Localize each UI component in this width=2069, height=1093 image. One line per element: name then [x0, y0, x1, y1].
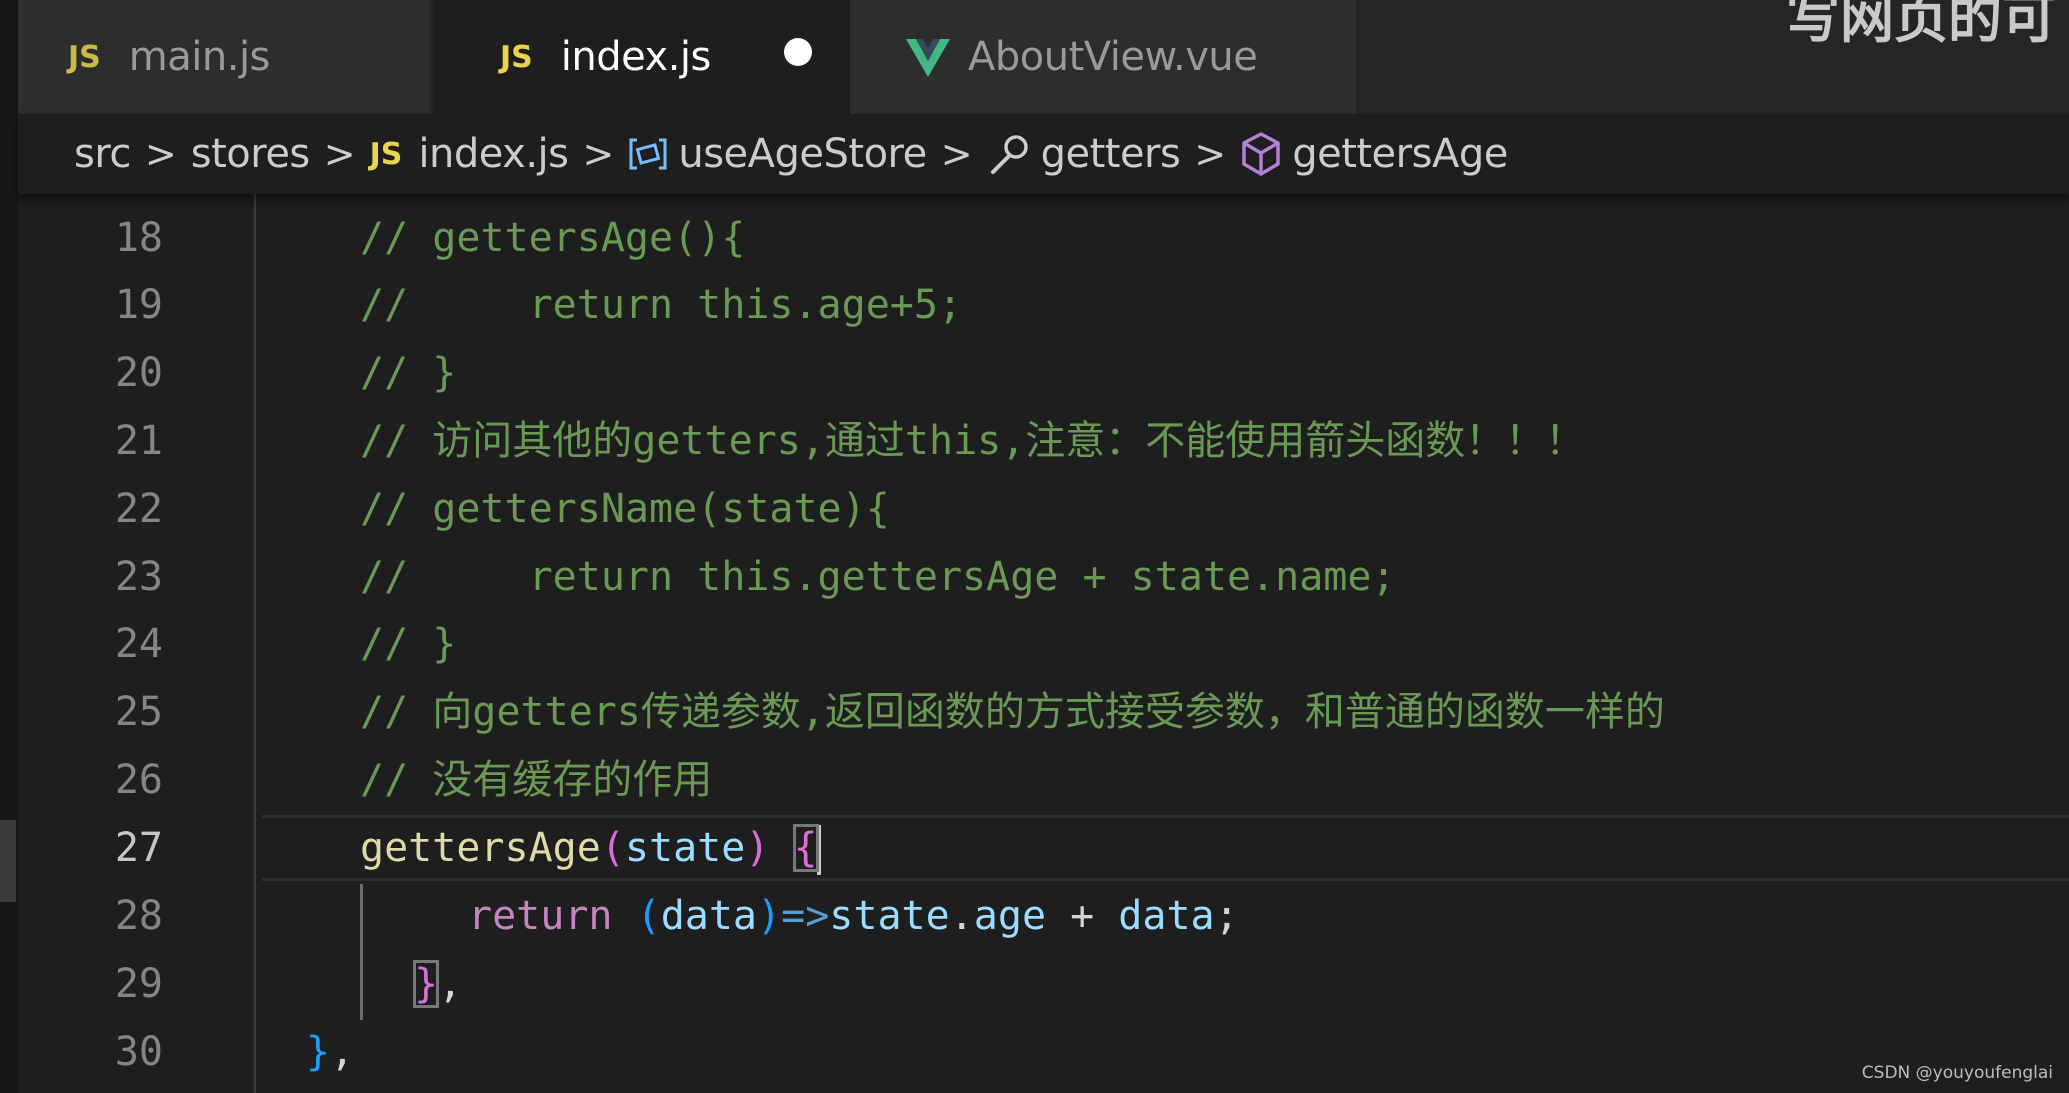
code-line-28[interactable]: return (data)=>state.age + data;	[468, 882, 1239, 950]
code-line-30[interactable]: },	[306, 1018, 354, 1086]
token-comma: ,	[438, 961, 463, 1007]
chevron-right-icon: >	[940, 132, 973, 176]
code-line-29[interactable]: },	[412, 950, 463, 1018]
vue-icon	[906, 37, 950, 77]
token-param: state	[624, 825, 746, 871]
line-number: 22	[114, 486, 163, 532]
code-line-24[interactable]: // }	[360, 610, 456, 678]
active-indent-guide	[360, 884, 363, 1020]
variable-icon	[628, 137, 668, 171]
line-number: 30	[114, 1029, 163, 1075]
token-paren: (	[636, 893, 661, 939]
js-icon: JS	[500, 39, 533, 75]
unsaved-dot-icon[interactable]	[784, 38, 812, 66]
breadcrumb-item-stores[interactable]: stores	[191, 131, 311, 177]
tab-label: AboutView.vue	[968, 34, 1258, 80]
token-param: data	[660, 893, 758, 939]
line-number: 19	[114, 282, 163, 328]
chevron-right-icon: >	[323, 132, 356, 176]
tab-label: index.js	[560, 34, 712, 80]
chevron-right-icon: >	[1194, 132, 1227, 176]
token-paren: )	[745, 825, 770, 871]
token-dot: .	[949, 893, 974, 939]
chevron-right-icon: >	[582, 132, 615, 176]
breadcrumb-item-useAgeStore[interactable]: useAgeStore	[678, 131, 927, 177]
tab-main-js[interactable]: JS main.js	[18, 0, 430, 114]
token-brace-matched: {	[792, 824, 819, 872]
token-paren: )	[757, 893, 782, 939]
line-number: 24	[114, 621, 163, 667]
code-line-26[interactable]: // 没有缓存的作用	[360, 746, 712, 814]
line-number: 25	[114, 689, 163, 735]
tab-bar: JS main.js JS index.js AboutView.vue 写网页…	[18, 0, 2069, 114]
line-number: 29	[114, 961, 163, 1007]
activity-strip	[0, 0, 18, 1093]
text-cursor	[816, 825, 821, 875]
token-variable: state	[829, 893, 950, 939]
code-line-27[interactable]: gettersAge(state) {	[360, 814, 821, 882]
breadcrumb: src > stores > JS index.js > useAgeStore…	[18, 114, 2069, 194]
token-property: age	[973, 893, 1047, 939]
scroll-marker	[0, 820, 16, 902]
breadcrumb-item-gettersAge[interactable]: gettersAge	[1292, 131, 1508, 177]
line-number: 21	[114, 418, 163, 464]
code-line-19[interactable]: // return this.age+5;	[360, 271, 962, 339]
js-icon: JS	[68, 39, 101, 75]
line-number: 23	[114, 554, 163, 600]
indent-guide	[254, 194, 256, 1093]
token-arrow: =>	[781, 893, 830, 939]
token-paren: (	[600, 825, 625, 871]
code-line-20[interactable]: // }	[360, 339, 456, 407]
line-number: 26	[114, 757, 163, 803]
tab-label: main.js	[128, 34, 271, 80]
code-line-21[interactable]: // 访问其他的getters,通过this,注意：不能使用箭头函数！！！	[360, 407, 1585, 475]
code-line-25[interactable]: // 向getters传递参数,返回函数的方式接受参数，和普通的函数一样的	[360, 678, 1665, 746]
token-comma: ,	[330, 1029, 355, 1075]
breadcrumb-item-getters[interactable]: getters	[1041, 131, 1181, 177]
token-brace: }	[306, 1029, 331, 1075]
token-semicolon: ;	[1214, 893, 1239, 939]
method-cube-icon	[1240, 131, 1282, 177]
token-brace-matched: }	[412, 960, 440, 1008]
token-operator: +	[1046, 893, 1119, 939]
tab-aboutview-vue[interactable]: AboutView.vue	[850, 0, 1356, 114]
line-number: 28	[114, 893, 163, 939]
chevron-right-icon: >	[144, 132, 177, 176]
line-number-current: 27	[114, 825, 163, 871]
line-number: 20	[114, 350, 163, 396]
code-line-22[interactable]: // gettersName(state){	[360, 475, 890, 543]
js-icon: JS	[369, 136, 403, 172]
token-keyword: return	[468, 893, 613, 939]
line-number: 18	[114, 215, 163, 261]
code-line-23[interactable]: // return this.gettersAge + state.name;	[360, 543, 1396, 611]
tab-index-js[interactable]: JS index.js	[434, 0, 864, 114]
breadcrumb-item-src[interactable]: src	[74, 131, 131, 177]
credit-watermark: CSDN @youyoufenglai	[1861, 1063, 2053, 1083]
token-function: gettersAge	[360, 825, 601, 871]
token-variable: data	[1118, 893, 1215, 939]
overlay-watermark-text: 写网页的可	[1786, 0, 2056, 50]
wrench-icon	[987, 132, 1031, 176]
breadcrumb-item-file[interactable]: index.js	[418, 131, 569, 177]
code-line-18[interactable]: // gettersAge(){	[360, 204, 745, 272]
